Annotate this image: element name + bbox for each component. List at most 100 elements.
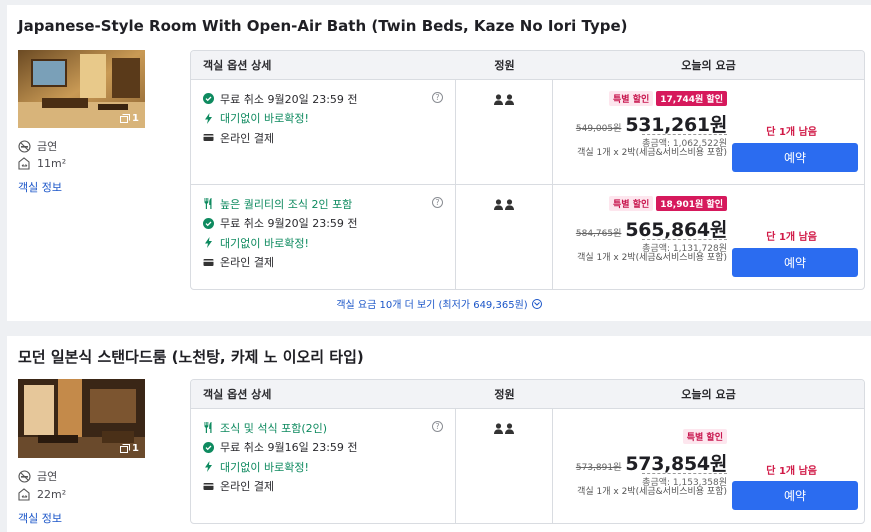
current-price: 565,864원 xyxy=(625,219,727,241)
option-text: 높은 퀄리티의 조식 2인 포함 xyxy=(220,197,353,211)
option-instant-confirm: 대기없이 바로확정! xyxy=(203,233,455,253)
no-smoking-icon xyxy=(18,469,31,483)
price-cell: 특별 할인 17,744원 할인 549,005원 531,261원 총금액: … xyxy=(553,80,864,184)
capacity-cell xyxy=(456,80,553,184)
rate-options: 무료 취소 9월20일 23:59 전 대기없이 바로확정! 온라인 결제 ? xyxy=(191,80,456,184)
lightning-icon xyxy=(205,237,212,249)
room-size-icon xyxy=(18,488,30,501)
discount-badges: 특별 할인 xyxy=(682,429,727,444)
price-line: 549,005원 531,261원 xyxy=(576,110,727,137)
room-card: Japanese-Style Room With Open-Air Bath (… xyxy=(7,5,871,321)
rate-options: 높은 퀄리티의 조식 2인 포함 무료 취소 9월20일 23:59 전 대기없… xyxy=(191,185,456,289)
original-price: 573,891원 xyxy=(575,463,622,473)
option-meals: 조식 및 석식 포함(2인) xyxy=(203,418,455,438)
photo-count: 1 xyxy=(120,113,139,124)
room-size-icon xyxy=(18,157,30,170)
option-breakfast: 높은 퀄리티의 조식 2인 포함 xyxy=(203,194,455,214)
gallery-icon xyxy=(120,114,131,123)
check-circle-icon xyxy=(203,93,214,105)
option-text: 온라인 결제 xyxy=(220,256,275,270)
option-text: 무료 취소 9월16일 23:59 전 xyxy=(220,441,358,455)
room-info-link[interactable]: 객실 정보 xyxy=(18,510,62,526)
price-note: 객실 1개 x 2박(세금&서비스비용 포함) xyxy=(577,148,727,158)
rooms-left: 단 1개 남음 xyxy=(766,466,817,477)
room-title: 모던 일본식 스탠다드룸 (노천탕, 카제 노 이오리 타입) xyxy=(18,348,364,366)
rate-row: 높은 퀄리티의 조식 2인 포함 무료 취소 9월20일 23:59 전 대기없… xyxy=(191,185,864,289)
rate-table-header: 객실 옵션 상세 정원 오늘의 요금 xyxy=(191,380,864,409)
discount-amount-badge: 18,901원 할인 xyxy=(656,196,727,211)
option-free-cancel: 무료 취소 9월16일 23:59 전 xyxy=(203,438,455,458)
photo-count: 1 xyxy=(120,443,139,454)
rooms-left: 단 1개 남음 xyxy=(766,127,817,138)
smoking-label: 금연 xyxy=(37,140,58,153)
fork-knife-icon xyxy=(204,422,212,434)
card-icon xyxy=(203,258,214,266)
room-card: 모던 일본식 스탠다드룸 (노천탕, 카제 노 이오리 타입) 1 금연 22m… xyxy=(7,336,871,532)
option-free-cancel: 무료 취소 9월20일 23:59 전 xyxy=(203,214,455,234)
chevron-down-icon xyxy=(531,298,542,309)
capacity-cell xyxy=(456,185,553,289)
rate-row: 조식 및 석식 포함(2인) 무료 취소 9월16일 23:59 전 대기없이 … xyxy=(191,409,864,523)
room-size-label: 11m² xyxy=(37,157,67,170)
price-note: 객실 1개 x 2박(세금&서비스비용 포함) xyxy=(577,487,727,497)
price-note: 객실 1개 x 2박(세금&서비스비용 포함) xyxy=(577,253,727,263)
price-cell: 특별 할인 18,901원 할인 584,765원 565,864원 총금액: … xyxy=(553,185,864,289)
no-smoking-amenity: 금연 xyxy=(18,138,57,154)
reserve-button[interactable]: 예약 xyxy=(732,481,858,510)
original-price: 549,005원 xyxy=(575,124,622,134)
special-discount-badge: 특별 할인 xyxy=(609,196,654,211)
help-icon[interactable]: ? xyxy=(432,92,443,103)
photo-count-label: 1 xyxy=(132,113,139,124)
special-discount-badge: 특별 할인 xyxy=(609,91,654,106)
option-text: 무료 취소 9월20일 23:59 전 xyxy=(220,217,358,231)
more-rates-link[interactable]: 객실 요금 10개 더 보기 (최저가 649,365원) xyxy=(7,296,871,311)
option-text: 온라인 결제 xyxy=(220,480,275,494)
two-persons-icon xyxy=(494,94,515,105)
rooms-left: 단 1개 남음 xyxy=(766,232,817,243)
option-text: 대기없이 바로확정! xyxy=(220,460,309,474)
rate-table: 객실 옵션 상세 정원 오늘의 요금 무료 취소 9월20일 23:59 전 대… xyxy=(190,50,865,290)
header-capacity: 정원 xyxy=(494,388,515,401)
original-price: 584,765원 xyxy=(575,229,622,239)
help-icon[interactable]: ? xyxy=(432,197,443,208)
room-size-amenity: 22m² xyxy=(18,488,66,501)
header-price: 오늘의 요금 xyxy=(681,59,736,72)
reserve-button[interactable]: 예약 xyxy=(732,143,858,172)
check-circle-icon xyxy=(203,217,214,229)
check-circle-icon xyxy=(203,441,214,453)
option-text: 조식 및 석식 포함(2인) xyxy=(220,421,328,435)
photo-count-label: 1 xyxy=(132,443,139,454)
card-icon xyxy=(203,482,214,490)
option-text: 온라인 결제 xyxy=(220,131,275,145)
no-smoking-amenity: 금연 xyxy=(18,468,57,484)
two-persons-icon xyxy=(494,199,515,210)
help-icon[interactable]: ? xyxy=(432,421,443,432)
rate-row: 무료 취소 9월20일 23:59 전 대기없이 바로확정! 온라인 결제 ? xyxy=(191,80,864,185)
lightning-icon xyxy=(205,112,212,124)
no-smoking-icon xyxy=(18,139,31,153)
room-photo[interactable]: 1 xyxy=(18,50,145,128)
reserve-button[interactable]: 예약 xyxy=(732,248,858,277)
room-info-link[interactable]: 객실 정보 xyxy=(18,179,62,195)
option-text: 무료 취소 9월20일 23:59 전 xyxy=(220,92,358,106)
room-title: Japanese-Style Room With Open-Air Bath (… xyxy=(18,17,628,35)
option-online-payment: 온라인 결제 xyxy=(203,128,455,148)
price-line: 573,891원 573,854원 xyxy=(576,449,727,476)
gallery-icon xyxy=(120,444,131,453)
header-option: 객실 옵션 상세 xyxy=(203,59,272,72)
card-icon xyxy=(203,134,214,142)
option-online-payment: 온라인 결제 xyxy=(203,253,455,273)
header-price: 오늘의 요금 xyxy=(681,388,736,401)
capacity-cell xyxy=(456,409,553,523)
option-free-cancel: 무료 취소 9월20일 23:59 전 xyxy=(203,89,455,109)
fork-knife-icon xyxy=(204,198,212,210)
two-persons-icon xyxy=(494,423,515,434)
option-instant-confirm: 대기없이 바로확정! xyxy=(203,457,455,477)
room-size-label: 22m² xyxy=(37,488,67,501)
discount-badges: 특별 할인 17,744원 할인 xyxy=(609,91,727,106)
room-size-amenity: 11m² xyxy=(18,157,66,170)
rate-options: 조식 및 석식 포함(2인) 무료 취소 9월16일 23:59 전 대기없이 … xyxy=(191,409,456,523)
rate-table-header: 객실 옵션 상세 정원 오늘의 요금 xyxy=(191,51,864,80)
room-photo[interactable]: 1 xyxy=(18,379,145,458)
lightning-icon xyxy=(205,461,212,473)
